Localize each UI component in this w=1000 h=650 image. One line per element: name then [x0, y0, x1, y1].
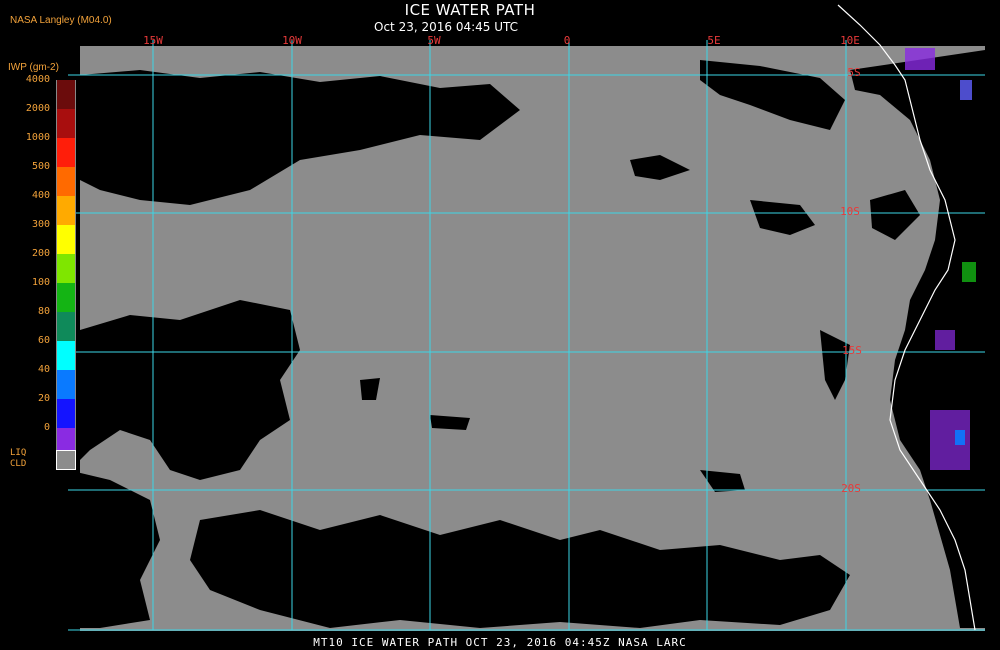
legend-tick-label: 300 — [31, 219, 50, 230]
legend-tick-label: 2000 — [25, 103, 50, 114]
legend-tick-label: 0 — [43, 422, 50, 433]
lon-label-5e: 5E — [707, 34, 720, 47]
legend-swatch — [56, 399, 76, 428]
legend-swatch — [56, 341, 76, 370]
lat-label-5s: 5S — [847, 66, 860, 79]
legend-swatch — [56, 80, 76, 109]
legend-swatch — [56, 196, 76, 225]
legend-swatch — [56, 225, 76, 254]
legend-tick-label: 60 — [37, 335, 50, 346]
lon-label-10e: 10E — [840, 34, 860, 47]
legend-swatch — [56, 254, 76, 283]
legend-tick-label: 20 — [37, 393, 50, 404]
legend-tick-label: 1000 — [25, 132, 50, 143]
map-timestamp: Oct 23, 2016 04:45 UTC — [374, 20, 518, 34]
lon-label-15w: 15W — [143, 34, 163, 47]
legend-swatch — [56, 167, 76, 196]
lon-label-5w: 5W — [427, 34, 441, 47]
legend-swatch — [56, 312, 76, 341]
legend-tick-label: 400 — [31, 190, 50, 201]
legend-units-label: IWP (gm-2) — [8, 62, 59, 73]
satellite-map: 15W 10W 5W 0 5E 10E 5S 10S 15S 20S — [68, 4, 985, 631]
lat-label-20s: 20S — [841, 482, 861, 495]
legend-swatch — [56, 283, 76, 312]
map-title: ICE WATER PATH — [404, 1, 536, 19]
legend-tick-label: 200 — [31, 248, 50, 259]
cld-label: CLD — [10, 459, 27, 469]
footer-caption: MT10 ICE WATER PATH OCT 23, 2016 04:45Z … — [313, 636, 687, 649]
legend-tick-label: 4000 — [25, 74, 50, 85]
legend-swatch — [56, 109, 76, 138]
legend-tick-label: 500 — [31, 161, 50, 172]
color-legend: 4000 2000 1000 500 400 300 200 100 80 60 40 20 0 — [0, 74, 80, 480]
legend-tick-label: 100 — [31, 277, 50, 288]
lon-label-10w: 10W — [282, 34, 302, 47]
legend-swatch — [56, 138, 76, 167]
liq-label: LIQ — [10, 448, 27, 458]
legend-tick-label: 80 — [37, 306, 50, 317]
liquid-cloud-swatch — [56, 450, 76, 470]
lat-label-10s: 10S — [840, 205, 860, 218]
lon-label-0: 0 — [564, 34, 571, 47]
legend-swatch — [56, 370, 76, 399]
legend-tick-label: 40 — [37, 364, 50, 375]
lat-label-15s: 15S — [842, 344, 862, 357]
